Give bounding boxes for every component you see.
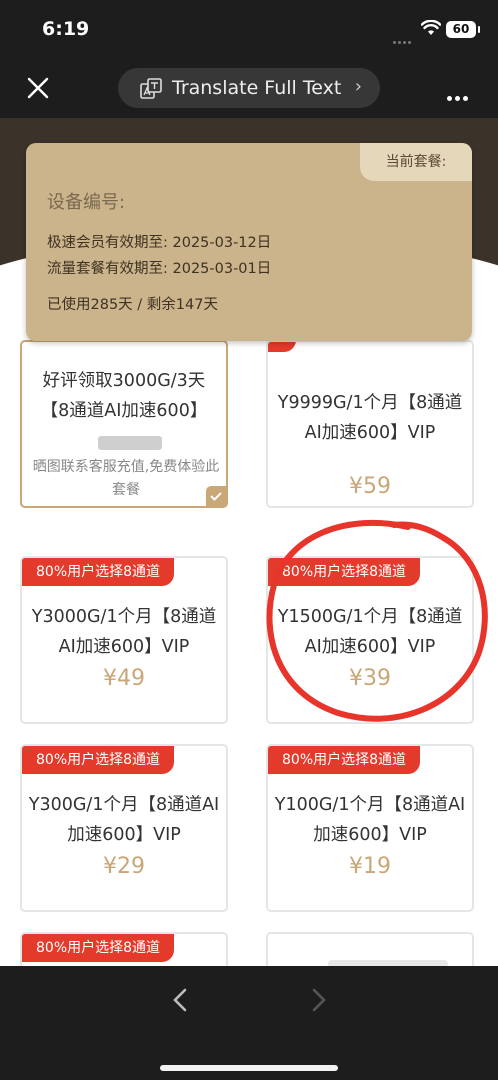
status-time: 6:19 xyxy=(42,18,90,40)
package-badge: 80%用户选择8通道 xyxy=(22,558,175,586)
device-id-label: 设备编号: xyxy=(47,192,126,213)
package-card[interactable]: 80%用户选择8通道 Y100G/1个月【8通道AI加速600】VIP ¥19 xyxy=(266,744,474,912)
vip-expiry-text: 极速会员有效期至: 2025-03-12日 xyxy=(47,235,272,251)
package-title: Y100G/1个月【8通道AI加速600】VIP xyxy=(274,795,466,845)
check-icon xyxy=(206,486,226,506)
battery-icon: 60 xyxy=(446,21,480,38)
package-badge: 80%用户选择8通道 xyxy=(268,746,421,774)
package-badge xyxy=(268,342,296,352)
nav-bar: Translate Full Text › xyxy=(0,60,498,118)
bottom-toolbar xyxy=(0,966,498,1080)
package-title: Y9999G/1个月【8通道AI加速600】VIP xyxy=(277,393,463,443)
data-plan-expiry-text: 流量套餐有效期至: 2025-03-01日 xyxy=(47,261,272,277)
signal-dots-icon xyxy=(393,29,413,48)
package-title: 好评领取3000G/3天 【8通道AI加速600】 xyxy=(40,371,208,421)
package-title: Y300G/1个月【8通道AI加速600】VIP xyxy=(28,795,220,845)
package-price: ¥19 xyxy=(349,854,391,879)
package-card[interactable]: 80%用户选择8通道 Y300G/1个月【8通道AI加速600】VIP ¥29 xyxy=(20,744,228,912)
close-icon[interactable] xyxy=(24,74,52,102)
package-title: Y3000G/1个月【8通道AI加速600】VIP xyxy=(31,607,217,657)
more-icon[interactable] xyxy=(447,86,471,105)
page-content[interactable]: 好评领取3000G/3天 【8通道AI加速600】 晒图联系客服充值,免费体验此… xyxy=(0,118,498,966)
status-bar: 6:19 60 xyxy=(0,0,498,60)
wifi-icon xyxy=(421,20,441,35)
package-badge: 80%用户选择8通道 xyxy=(22,934,175,962)
screen: 6:19 60 Translate Full Text › 好评领取3000G/… xyxy=(0,0,498,1080)
package-card[interactable]: 80%用户选择8通道 xyxy=(20,932,228,966)
red-annotation-circle xyxy=(266,519,488,722)
usage-summary-text: 已使用285天 / 剩余147天 xyxy=(47,297,218,313)
package-card[interactable]: 好评领取3000G/3天 【8通道AI加速600】 晒图联系客服充值,免费体验此… xyxy=(20,340,228,508)
translate-label: Translate Full Text xyxy=(172,77,342,99)
translate-icon xyxy=(140,78,162,99)
package-badge: 80%用户选择8通道 xyxy=(22,746,175,774)
back-arrow-icon[interactable] xyxy=(171,988,191,1012)
current-plan-tag: 当前套餐: xyxy=(360,143,472,181)
translate-full-text-button[interactable]: Translate Full Text › xyxy=(118,68,380,108)
package-price: ¥29 xyxy=(103,854,145,879)
chevron-right-icon: › xyxy=(354,76,362,97)
package-price: ¥59 xyxy=(349,474,391,499)
package-description: 晒图联系客服充值,免费体验此套餐 xyxy=(32,459,220,498)
home-indicator xyxy=(160,1065,338,1071)
member-info-card: 当前套餐: 设备编号: 极速会员有效期至: 2025-03-12日 流量套餐有效… xyxy=(26,143,472,341)
forward-arrow-icon[interactable] xyxy=(308,988,328,1012)
package-price: ¥49 xyxy=(103,666,145,691)
redacted-text xyxy=(98,436,162,450)
package-card[interactable] xyxy=(266,932,474,966)
package-card[interactable]: 80%用户选择8通道 Y3000G/1个月【8通道AI加速600】VIP ¥49 xyxy=(20,556,228,724)
package-card[interactable]: Y9999G/1个月【8通道AI加速600】VIP ¥59 xyxy=(266,340,474,508)
